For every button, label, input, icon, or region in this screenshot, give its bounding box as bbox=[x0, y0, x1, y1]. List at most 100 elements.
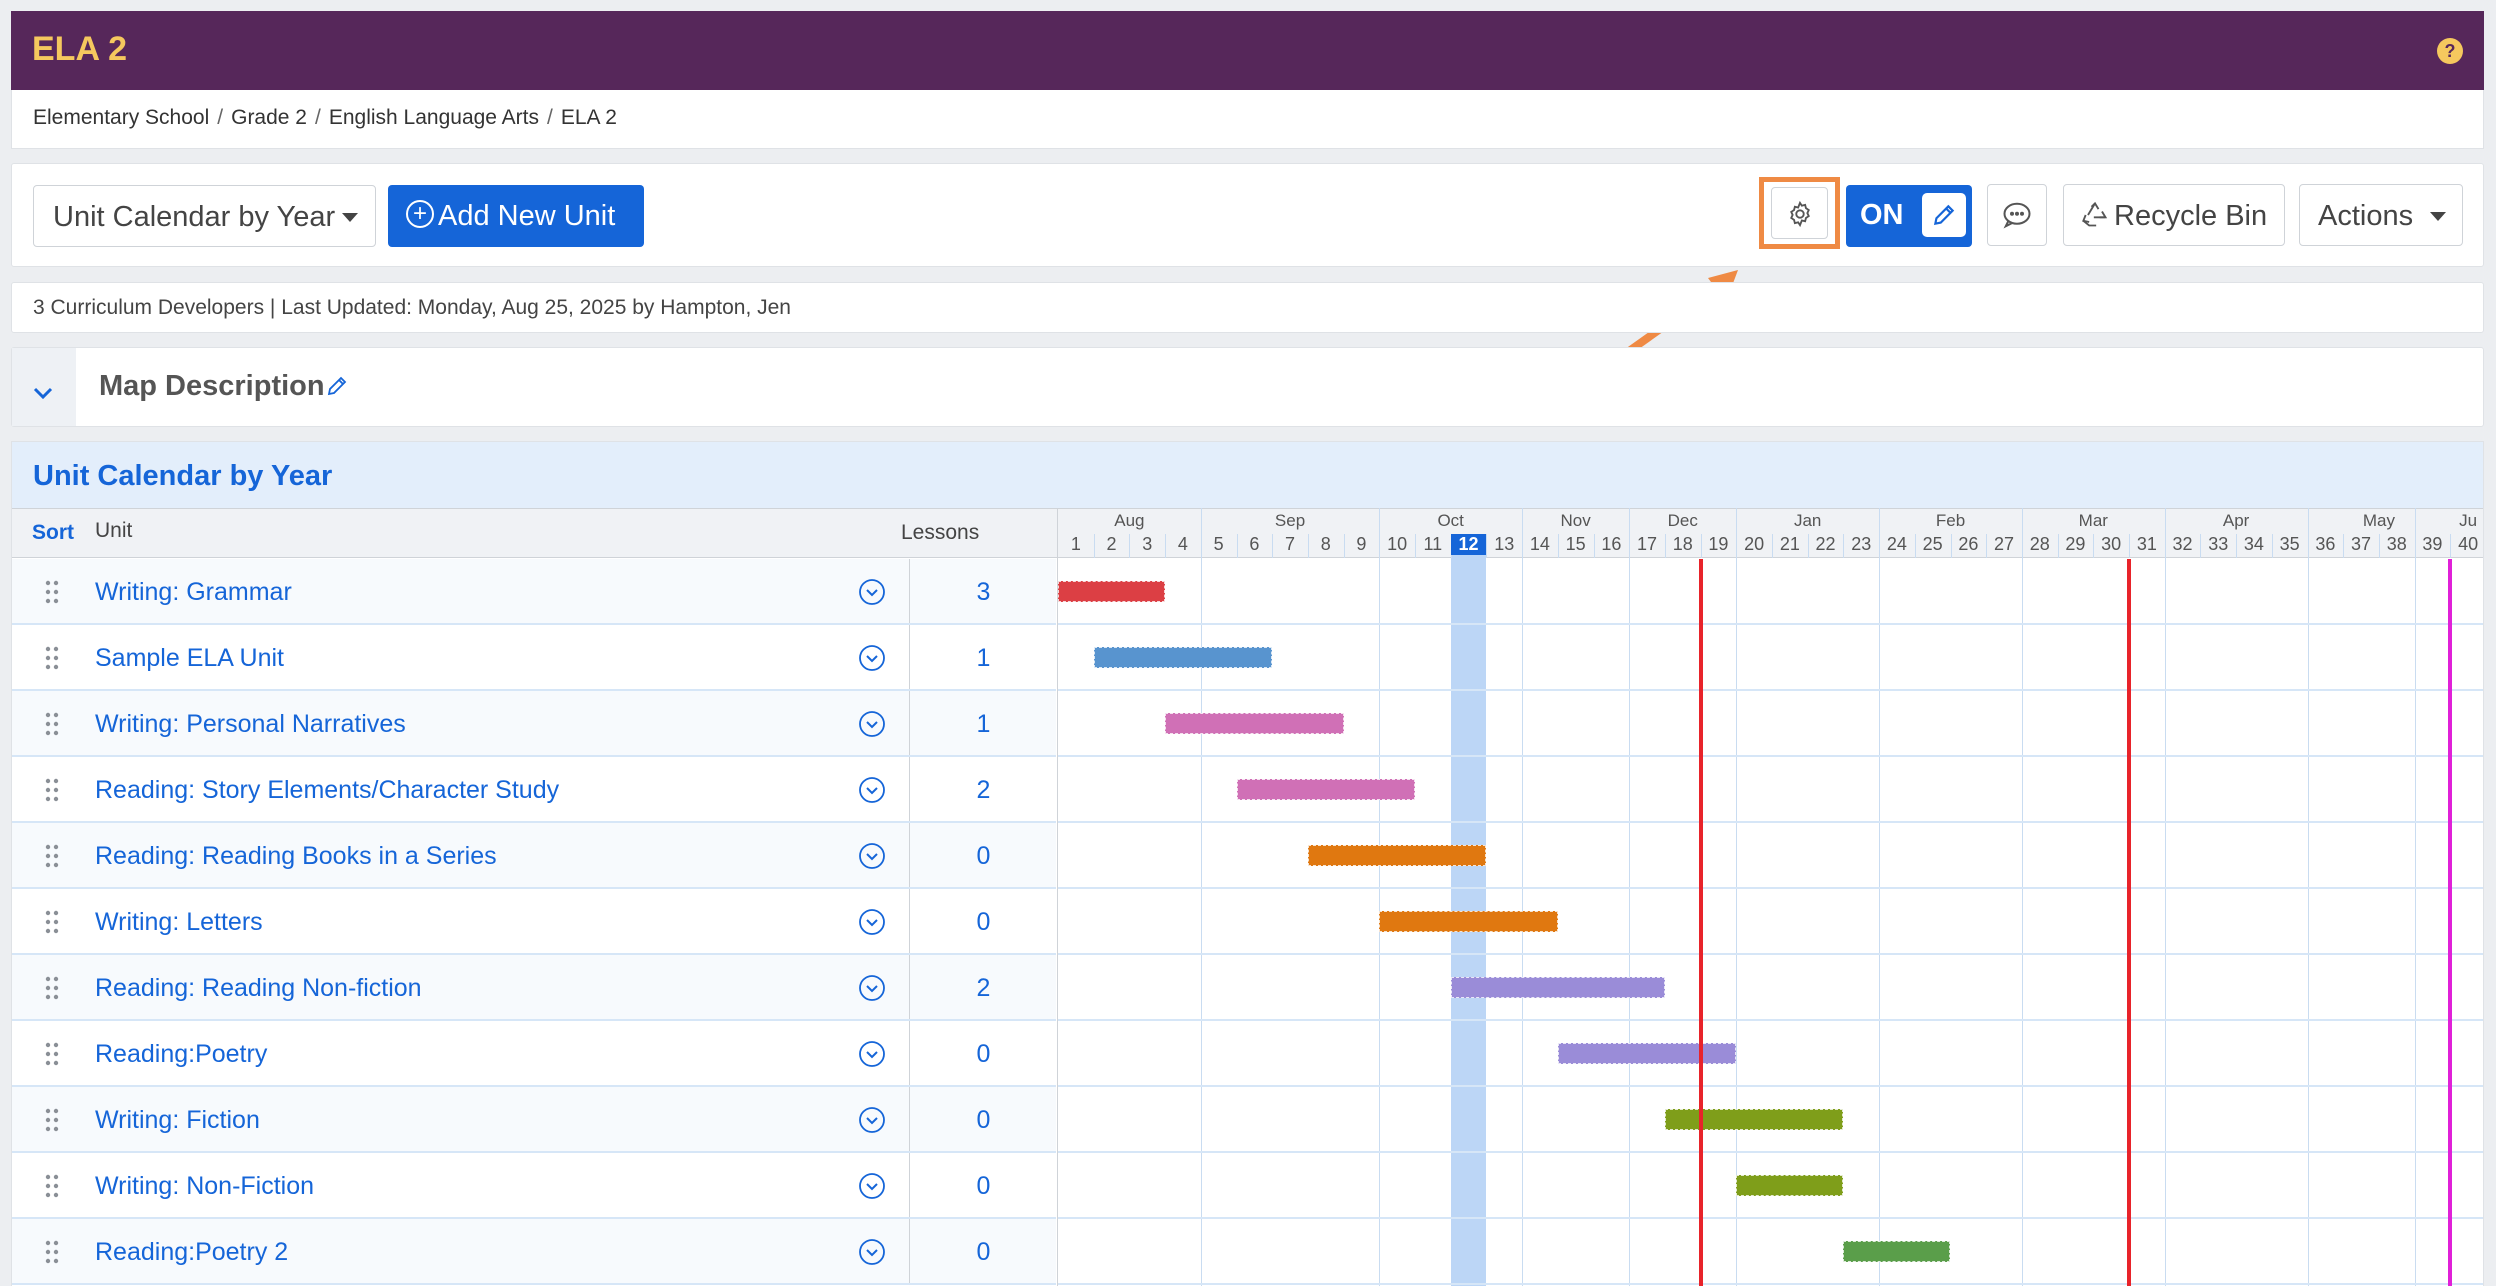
timeline-row-divider bbox=[1058, 1019, 2483, 1021]
last-updated-text: 3 Curriculum Developers | Last Updated: … bbox=[33, 296, 791, 319]
question-circle-icon[interactable]: ? bbox=[2437, 38, 2463, 64]
edit-mode-toggle[interactable]: ON bbox=[1846, 185, 1972, 247]
unit-row: Sample ELA Unit 1 bbox=[12, 625, 1056, 691]
unit-name-link[interactable]: Writing: Non-Fiction bbox=[95, 1172, 314, 1201]
chevron-circle-down-icon[interactable] bbox=[858, 644, 886, 672]
drag-handle-icon[interactable] bbox=[45, 1174, 59, 1198]
current-week-column bbox=[1450, 534, 1487, 1286]
comments-button[interactable] bbox=[1987, 184, 2047, 246]
timeline-row-divider bbox=[1058, 689, 2483, 691]
month-label: May bbox=[2362, 511, 2395, 530]
calendar-marker-line bbox=[1698, 559, 1703, 1286]
unit-gantt-bar[interactable] bbox=[1843, 1241, 1951, 1262]
lessons-count[interactable]: 0 bbox=[910, 842, 1057, 871]
unit-name-link[interactable]: Reading:Poetry 2 bbox=[95, 1238, 288, 1267]
unit-name-link[interactable]: Writing: Grammar bbox=[95, 578, 292, 607]
week-label: 36 bbox=[2315, 534, 2336, 554]
drag-handle-icon[interactable] bbox=[45, 712, 59, 736]
chevron-circle-down-icon[interactable] bbox=[858, 974, 886, 1002]
unit-gantt-bar[interactable] bbox=[1093, 647, 1273, 668]
lessons-count[interactable]: 0 bbox=[910, 1238, 1057, 1267]
unit-name-link[interactable]: Reading: Reading Non-fiction bbox=[95, 974, 422, 1003]
month-label: Ju bbox=[2459, 511, 2478, 530]
timeline-row-divider bbox=[1058, 953, 2483, 955]
unit-gantt-bar[interactable] bbox=[1736, 1175, 1844, 1196]
drag-handle-icon[interactable] bbox=[45, 844, 59, 868]
chevron-circle-down-icon[interactable] bbox=[858, 776, 886, 804]
unit-name-link[interactable]: Reading: Story Elements/Character Study bbox=[95, 776, 559, 805]
unit-gantt-bar[interactable] bbox=[1450, 977, 1665, 998]
pencil-icon[interactable] bbox=[325, 374, 349, 398]
view-select[interactable]: Unit Calendar by Year bbox=[33, 185, 376, 247]
week-label: 2 bbox=[1106, 534, 1117, 554]
chevron-circle-down-icon[interactable] bbox=[858, 710, 886, 738]
chevron-circle-down-icon[interactable] bbox=[858, 1172, 886, 1200]
drag-handle-icon[interactable] bbox=[45, 976, 59, 1000]
unit-gantt-bar[interactable] bbox=[1379, 911, 1558, 932]
unit-gantt-bar[interactable] bbox=[1058, 581, 1166, 602]
week-label: 29 bbox=[2065, 534, 2086, 554]
week-label: 3 bbox=[1142, 534, 1153, 554]
add-new-unit-button[interactable]: + Add New Unit bbox=[388, 185, 644, 247]
chevron-circle-down-icon[interactable] bbox=[858, 908, 886, 936]
caret-down-icon bbox=[2430, 212, 2446, 221]
unit-name-link[interactable]: Reading: Reading Books in a Series bbox=[95, 842, 497, 871]
unit-name-link[interactable]: Writing: Personal Narratives bbox=[95, 710, 406, 739]
drag-handle-icon[interactable] bbox=[45, 1240, 59, 1264]
settings-highlight bbox=[1759, 177, 1840, 249]
chevron-circle-down-icon[interactable] bbox=[858, 578, 886, 606]
map-description-panel: Map Description bbox=[11, 347, 2484, 427]
week-label: 32 bbox=[2172, 534, 2193, 554]
map-meta-bar: 3 Curriculum Developers | Last Updated: … bbox=[11, 282, 2484, 333]
timeline-row-divider bbox=[1058, 755, 2483, 757]
unit-calendar-panel: Unit Calendar by Year Sort Unit Lessons … bbox=[11, 441, 2484, 1286]
breadcrumb-item[interactable]: Elementary School bbox=[33, 106, 209, 129]
lessons-count[interactable]: 1 bbox=[910, 710, 1057, 739]
drag-handle-icon[interactable] bbox=[45, 1042, 59, 1066]
chevron-circle-down-icon[interactable] bbox=[858, 1106, 886, 1134]
description-toggle[interactable] bbox=[12, 348, 76, 426]
app-header: ELA 2 ? bbox=[11, 11, 2484, 90]
comment-icon bbox=[2003, 202, 2031, 229]
week-label: 35 bbox=[2279, 534, 2300, 554]
lessons-count[interactable]: 2 bbox=[910, 974, 1057, 1003]
unit-gantt-bar[interactable] bbox=[1557, 1043, 1737, 1064]
unit-gantt-bar[interactable] bbox=[1165, 713, 1344, 734]
map-description-title: Map Description bbox=[99, 370, 325, 402]
unit-name-link[interactable]: Writing: Fiction bbox=[95, 1106, 260, 1135]
drag-handle-icon[interactable] bbox=[45, 1108, 59, 1132]
settings-button[interactable] bbox=[1771, 187, 1828, 239]
lessons-count[interactable]: 3 bbox=[910, 578, 1057, 607]
drag-handle-icon[interactable] bbox=[45, 580, 59, 604]
unit-gantt-bar[interactable] bbox=[1307, 845, 1487, 866]
lessons-count[interactable]: 0 bbox=[910, 1040, 1057, 1069]
unit-name-link[interactable]: Reading:Poetry bbox=[95, 1040, 267, 1069]
lessons-column-header: Lessons bbox=[901, 521, 980, 544]
sort-link[interactable]: Sort bbox=[32, 521, 74, 545]
chevron-circle-down-icon[interactable] bbox=[858, 1238, 886, 1266]
lessons-count[interactable]: 0 bbox=[910, 1106, 1057, 1135]
drag-handle-icon[interactable] bbox=[45, 646, 59, 670]
lessons-cell: 0 bbox=[909, 823, 1057, 887]
chevron-circle-down-icon[interactable] bbox=[858, 842, 886, 870]
breadcrumb-item[interactable]: Grade 2 bbox=[231, 106, 307, 129]
lessons-count[interactable]: 0 bbox=[910, 908, 1057, 937]
week-label: 16 bbox=[1601, 534, 1622, 554]
timeline-row-divider bbox=[1058, 1085, 2483, 1087]
drag-handle-icon[interactable] bbox=[45, 778, 59, 802]
lessons-count[interactable]: 0 bbox=[910, 1172, 1057, 1201]
chevron-circle-down-icon[interactable] bbox=[858, 1040, 886, 1068]
recycle-bin-button[interactable]: Recycle Bin bbox=[2063, 184, 2285, 246]
calendar-title: Unit Calendar by Year bbox=[33, 460, 333, 492]
drag-handle-icon[interactable] bbox=[45, 910, 59, 934]
lessons-count[interactable]: 2 bbox=[910, 776, 1057, 805]
unit-row: Reading:Poetry 2 0 bbox=[12, 1219, 1056, 1285]
month-label: Aug bbox=[1114, 511, 1145, 530]
unit-gantt-bar[interactable] bbox=[1236, 779, 1415, 800]
unit-name-link[interactable]: Sample ELA Unit bbox=[95, 644, 284, 673]
unit-gantt-bar[interactable] bbox=[1664, 1109, 1844, 1130]
unit-name-link[interactable]: Writing: Letters bbox=[95, 908, 263, 937]
breadcrumb-item[interactable]: English Language Arts bbox=[329, 106, 539, 129]
actions-button[interactable]: Actions bbox=[2299, 184, 2463, 246]
lessons-count[interactable]: 1 bbox=[910, 644, 1057, 673]
